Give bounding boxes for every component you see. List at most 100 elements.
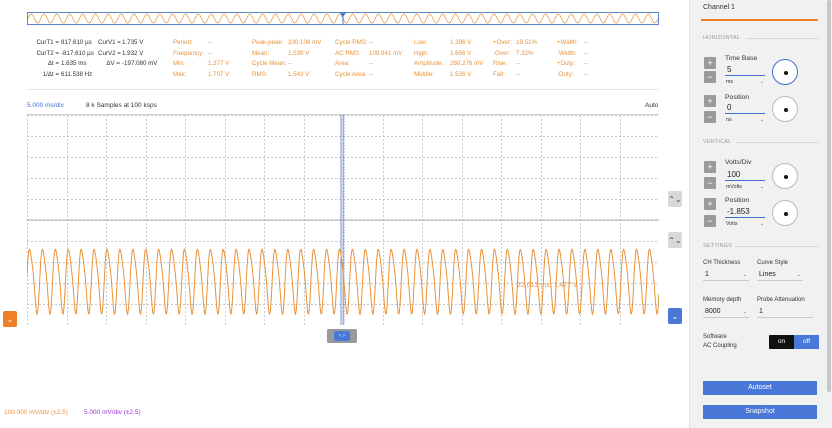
chevron-down-icon: ⌄ xyxy=(671,311,679,321)
up-down-icon: ⌃⌄ xyxy=(668,194,682,204)
amplitude-value: 260.276 mV xyxy=(450,60,484,68)
curve-style-value: Lines xyxy=(759,271,776,278)
delta-v-value: -197.080 mV xyxy=(122,60,158,68)
volts-div-unit-select[interactable]: mVolts ⌄ xyxy=(726,184,766,190)
ch-thickness-select[interactable]: 1 ⌄ xyxy=(703,270,749,281)
overview-waveform xyxy=(28,13,658,24)
neg-width-value: -- xyxy=(584,49,589,57)
trigger-mode-label[interactable]: Auto xyxy=(645,102,658,109)
volts-div-label: Volts/Div xyxy=(725,159,752,166)
area-value: -- xyxy=(369,60,374,68)
high-label: High: xyxy=(414,49,429,57)
ac-coupling-toggle[interactable]: on off xyxy=(769,335,819,349)
volts-div-knob[interactable] xyxy=(772,163,798,189)
knob-indicator xyxy=(784,71,788,75)
measurement-column-4: Low: 1.396 V High: 1.656 V Amplitude: 260.2… xyxy=(414,38,483,80)
delta-v-label: ΔV = xyxy=(106,60,120,68)
horizontal-position-handle[interactable]: ‹ › xyxy=(327,329,357,343)
v-position-knob[interactable] xyxy=(772,200,798,226)
volts-div-decrease-button[interactable]: − xyxy=(704,177,716,189)
delta-t-label: Δt = xyxy=(47,60,59,68)
cycle-rms-label: Cycle RMS: xyxy=(335,39,368,46)
middle-value: 1.526 V xyxy=(450,70,472,78)
oscilloscope-plot[interactable] xyxy=(27,114,659,325)
time-base-unit-select[interactable]: ms ⌄ xyxy=(726,79,766,85)
channel-offset-stepper[interactable]: ⌃⌄ xyxy=(668,232,682,248)
h-position-unit-select[interactable]: ns ⌄ xyxy=(726,117,766,123)
vertical-section-title: VERTICAL xyxy=(703,139,732,145)
cycle-area-label: Cycle Area: xyxy=(335,70,367,78)
curve-style-select[interactable]: Lines ⌄ xyxy=(757,270,803,281)
h-position-increase-button[interactable]: + xyxy=(704,95,716,107)
time-base-decrease-button[interactable]: − xyxy=(704,71,716,83)
neg-width-label: -Width: xyxy=(557,49,577,57)
toggle-on-option[interactable]: on xyxy=(769,335,794,349)
probe-attenuation-input[interactable]: 1 xyxy=(757,307,813,318)
middle-label: Middle: xyxy=(414,70,434,78)
max-value: 1.707 V xyxy=(208,70,230,78)
v-position-unit: Volts xyxy=(726,221,738,227)
expand-right-button[interactable]: ⌄ xyxy=(668,308,682,324)
memory-depth-value: 8000 xyxy=(705,308,721,315)
v-position-input[interactable]: -1.853 xyxy=(725,207,765,218)
pos-over-label: +Over: xyxy=(493,39,512,46)
up-down-icon: ⌃⌄ xyxy=(668,235,682,245)
chevron-down-icon: ⌄ xyxy=(759,79,764,85)
peak-peak-value: 330.106 mV xyxy=(288,39,322,46)
min-value: 1.377 V xyxy=(208,60,230,68)
memory-depth-select[interactable]: 8000 ⌄ xyxy=(703,307,749,318)
cursor-readout: 22.013 ms, 1.477 V xyxy=(517,282,578,289)
knob-indicator xyxy=(784,108,788,112)
pos-width-value: -- xyxy=(584,39,589,46)
channel-2-scale-label[interactable]: 5.000 mV/div (±2.5) xyxy=(84,409,141,416)
section-divider xyxy=(746,38,818,39)
curv2-value: 1.932 V xyxy=(122,49,144,57)
cycle-area-value: -- xyxy=(369,70,374,78)
time-base-increase-button[interactable]: + xyxy=(704,57,716,69)
samples-label: 8 k Samples at 100 ksps xyxy=(86,102,157,109)
trigger-level-stepper[interactable]: ⌃⌄ xyxy=(668,191,682,207)
v-position-decrease-button[interactable]: − xyxy=(704,215,716,227)
chevron-down-icon: ⌄ xyxy=(742,309,747,315)
probe-attenuation-label: Probe Attenuation xyxy=(757,297,805,303)
neg-over-label: -Over: xyxy=(493,49,511,57)
measurement-column-6: +Width: -- -Width: -- +Duty: -- -Duty: -- xyxy=(557,38,588,80)
volts-div-increase-button[interactable]: + xyxy=(704,161,716,173)
knob-indicator xyxy=(784,175,788,179)
volts-div-input[interactable]: 100 xyxy=(725,170,765,181)
time-base-input[interactable]: 5 xyxy=(725,65,765,76)
time-base-knob[interactable] xyxy=(772,59,798,85)
curve-style-label: Curve Style xyxy=(757,260,789,266)
neg-duty-value: -- xyxy=(584,70,589,78)
v-position-increase-button[interactable]: + xyxy=(704,198,716,210)
neg-over-value: 7.32% xyxy=(516,49,534,57)
channel-1-scale-label[interactable]: 100.000 mV/div (±2.5) xyxy=(4,409,68,416)
autoset-button[interactable]: Autoset xyxy=(703,381,817,395)
channel-settings-panel: Channel 1 HORIZONTAL + − Time Base 5 ms ⌄… xyxy=(689,0,832,428)
low-label: Low: xyxy=(414,39,428,46)
period-value: -- xyxy=(208,39,213,46)
h-position-knob[interactable] xyxy=(772,96,798,122)
measurement-column-1: Period: -- Frequency: -- Min: 1.377 V Max: 1… xyxy=(173,38,229,80)
panel-scrollbar[interactable] xyxy=(827,0,831,392)
h-position-unit: ns xyxy=(726,117,732,123)
amplitude-label: Amplitude: xyxy=(414,60,444,68)
rms-label: RMS: xyxy=(252,70,268,78)
fall-value: -- xyxy=(516,70,521,78)
v-position-unit-select[interactable]: Volts ⌄ xyxy=(726,221,766,227)
h-position-decrease-button[interactable]: − xyxy=(704,111,716,123)
volts-div-unit: mVolts xyxy=(726,184,742,190)
snapshot-button[interactable]: Snapshot xyxy=(703,405,817,419)
toggle-off-option[interactable]: off xyxy=(794,335,819,349)
ac-rms-label: AC RMS: xyxy=(335,49,361,57)
curt2-label: CurT2 = xyxy=(36,49,59,57)
expand-left-button[interactable]: ⌄ xyxy=(3,311,17,327)
drag-arrows-icon: ‹ › xyxy=(334,331,350,341)
h-position-input[interactable]: 0 xyxy=(725,103,765,114)
v-position-label: Position xyxy=(725,197,750,204)
high-value: 1.656 V xyxy=(450,49,472,57)
area-label: Area: xyxy=(335,60,350,68)
pos-width-label: +Width: xyxy=(557,39,579,46)
overview-waveform-strip[interactable] xyxy=(27,12,659,25)
section-divider xyxy=(736,142,818,143)
